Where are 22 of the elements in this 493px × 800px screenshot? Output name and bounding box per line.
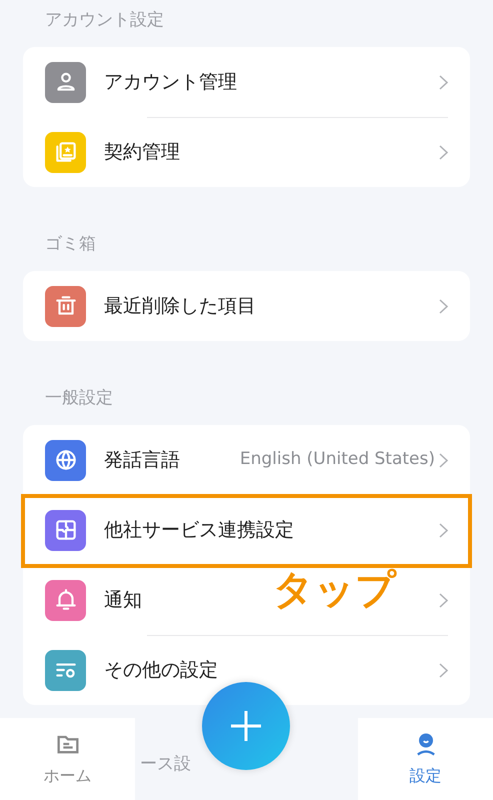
nav-tab[interactable]: 設定 xyxy=(358,718,493,800)
chevron-right-icon xyxy=(439,522,448,538)
row-label[interactable]: 発話言語 xyxy=(104,446,180,474)
chevron-right-icon xyxy=(439,662,448,678)
row-label[interactable]: 契約管理 xyxy=(104,138,180,166)
chevron-right-icon xyxy=(439,452,448,468)
plus-icon xyxy=(229,709,263,743)
chevron-right-icon xyxy=(439,74,448,90)
row-label[interactable]: 通知 xyxy=(104,586,142,614)
row-label[interactable]: 最近削除した項目 xyxy=(104,292,256,320)
row-label[interactable]: アカウント管理 xyxy=(104,68,237,96)
section-header: ゴミ箱 xyxy=(45,234,96,254)
section-header: ース設 xyxy=(140,754,191,774)
row-label[interactable]: その他の設定 xyxy=(104,656,218,684)
annotation-text: タップ xyxy=(273,570,396,610)
row-label[interactable]: 他社サービス連携設定 xyxy=(104,516,294,544)
chevron-right-icon xyxy=(439,592,448,608)
chevron-right-icon xyxy=(439,298,448,314)
row-value: English (United States) xyxy=(240,448,435,472)
chevron-right-icon xyxy=(439,144,448,160)
section-header: アカウント設定 xyxy=(45,10,164,30)
section-header: 一般設定 xyxy=(45,388,113,408)
